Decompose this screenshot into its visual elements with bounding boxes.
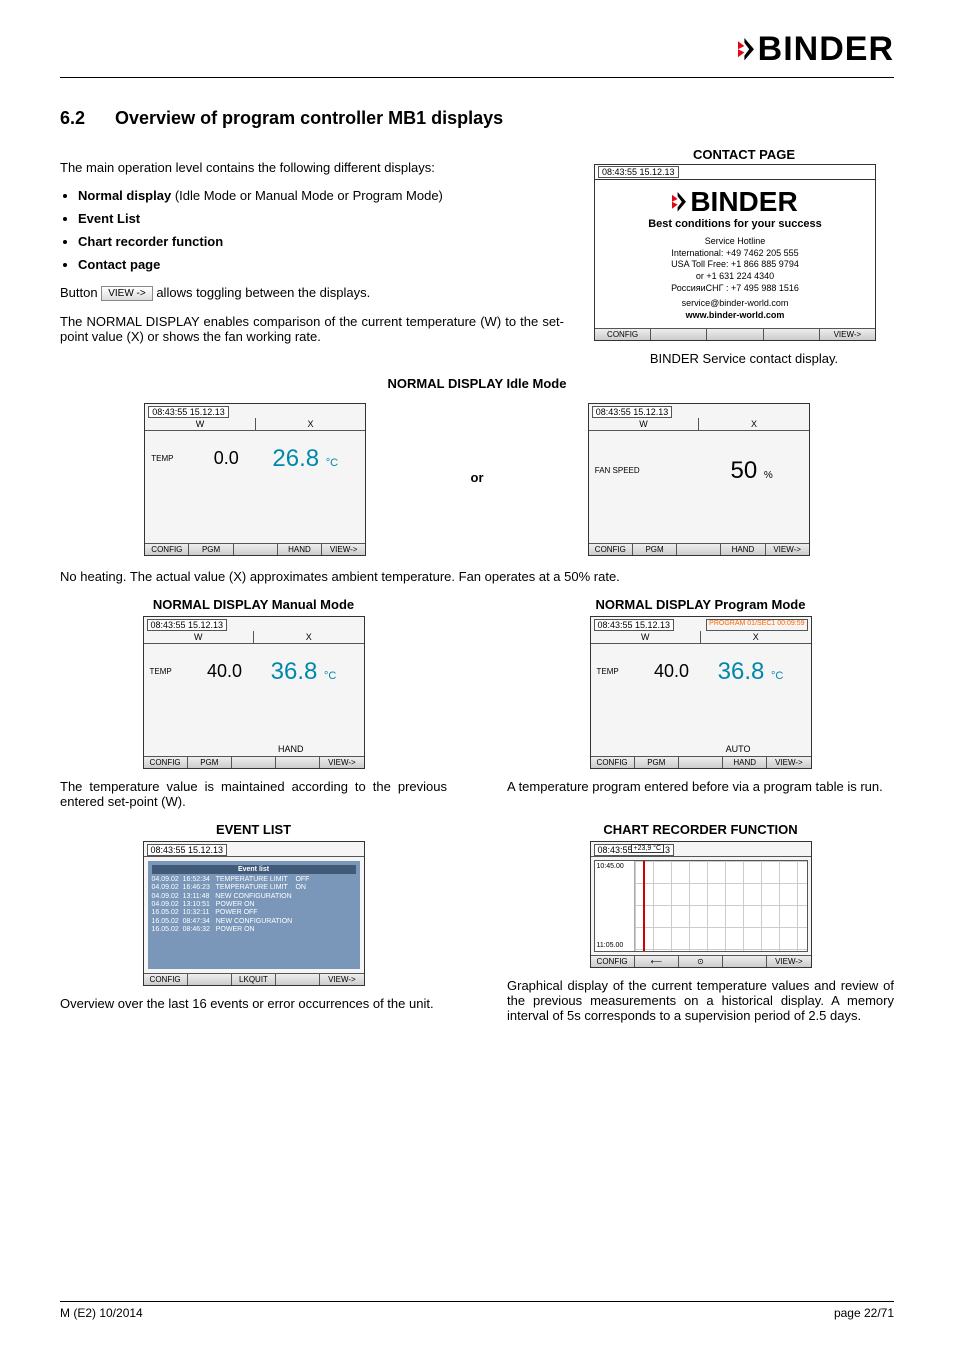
contact-timestamp-bar: 08:43:55 15.12.13 [595, 165, 875, 180]
chartrec-note: Graphical display of the current tempera… [507, 978, 894, 1023]
contact-panel: 08:43:55 15.12.13 BINDER Best conditions… [594, 164, 876, 341]
lkquit-button[interactable]: LKQUIT [232, 974, 276, 985]
page-header: BINDER [60, 30, 894, 69]
hand-button[interactable]: HAND [278, 544, 322, 555]
config-button[interactable]: CONFIG [595, 329, 651, 340]
section-number: 6.2 [60, 108, 110, 129]
contact-subcaption: BINDER Service contact display. [594, 351, 894, 366]
contact-slogan: Best conditions for your success [595, 218, 875, 230]
list-item: Contact page [78, 257, 564, 272]
idle-note: No heating. The actual value (X) approxi… [60, 569, 894, 584]
view-button-inline: VIEW -> [101, 286, 153, 301]
contact-logo: BINDER [595, 186, 875, 218]
program-panel: 08:43:55 15.12.13 PROGRAM 01/SEC1 00:09:… [590, 616, 812, 769]
manual-panel: 08:43:55 15.12.13 WX TEMP 40.0 36.8 °C H… [143, 616, 365, 769]
scroll-left-icon[interactable]: ⟵ [635, 956, 679, 967]
zoom-icon[interactable]: ⊙ [679, 956, 723, 967]
eventlist-caption: EVENT LIST [60, 822, 447, 837]
manual-caption: NORMAL DISPLAY Manual Mode [60, 597, 447, 612]
brand-text: BINDER [758, 30, 894, 69]
section-heading: 6.2 Overview of program controller MB1 d… [60, 108, 894, 129]
section-title: Overview of program controller MB1 displ… [115, 108, 503, 128]
button-explain: Button VIEW -> allows toggling between t… [60, 285, 564, 301]
display-list: Normal display (Idle Mode or Manual Mode… [78, 188, 564, 272]
view-button[interactable]: VIEW-> [820, 329, 875, 340]
intro-text: The main operation level contains the fo… [60, 160, 564, 175]
list-item: Normal display (Idle Mode or Manual Mode… [78, 188, 564, 203]
fan-label: FAN SPEED [595, 466, 665, 475]
idle-temp-panel: 08:43:55 15.12.13 WX TEMP 0.0 26.8 °C CO… [144, 403, 366, 556]
logo-icon [738, 38, 754, 60]
brand-logo: BINDER [738, 30, 894, 69]
eventlist-panel: 08:43:55 15.12.13 Event list 04.09.02 16… [143, 841, 365, 986]
list-item: Event List [78, 211, 564, 226]
idle-caption: NORMAL DISPLAY Idle Mode [60, 376, 894, 391]
chartrec-panel: 08:43:55 15.12.13 +23,9 °C 10:45.00 11:0… [590, 841, 812, 968]
footer-right: page 22/71 [834, 1306, 894, 1320]
program-status: PROGRAM 01/SEC1 00:09:59 [706, 619, 807, 631]
timestamp: 08:43:55 15.12.13 [148, 406, 229, 418]
list-item: Chart recorder function [78, 234, 564, 249]
temp-label: TEMP [151, 454, 201, 463]
chart-current-value: +23,9 °C [631, 844, 665, 853]
program-caption: NORMAL DISPLAY Program Mode [507, 597, 894, 612]
config-button[interactable]: CONFIG [145, 544, 189, 555]
chartrec-caption: CHART RECORDER FUNCTION [507, 822, 894, 837]
footer-left: M (E2) 10/2014 [60, 1306, 143, 1320]
contact-footer: CONFIG VIEW-> [595, 328, 875, 340]
page-footer: M (E2) 10/2014 page 22/71 [60, 1301, 894, 1320]
eventlist-note: Overview over the last 16 events or erro… [60, 996, 447, 1011]
idle-fan-panel: 08:43:55 15.12.13 WX FAN SPEED 50 % CONF… [588, 403, 810, 556]
setpoint-value: 0.0 [201, 448, 251, 469]
contact-caption: CONTACT PAGE [594, 147, 894, 162]
normal-display-note: The NORMAL DISPLAY enables comparison of… [60, 314, 564, 344]
actual-value: 26.8 °C [251, 445, 359, 473]
chart-cursor-line [643, 861, 645, 951]
header-rule [60, 77, 894, 78]
chart-area: 10:45.00 11:05.00 [594, 860, 808, 952]
mode-indicator: AUTO [726, 744, 751, 754]
pgm-button[interactable]: PGM [189, 544, 233, 555]
or-separator: or [471, 470, 484, 485]
fan-value: 50 % [665, 457, 803, 485]
program-note: A temperature program entered before via… [507, 779, 894, 794]
contact-body: Service Hotline International: +49 7462 … [595, 236, 875, 328]
logo-icon [672, 192, 686, 212]
event-box: Event list 04.09.02 16:52:34 TEMPERATURE… [148, 861, 360, 969]
mode-indicator: HAND [278, 744, 304, 754]
view-button[interactable]: VIEW-> [322, 544, 365, 555]
manual-note: The temperature value is maintained acco… [60, 779, 447, 809]
